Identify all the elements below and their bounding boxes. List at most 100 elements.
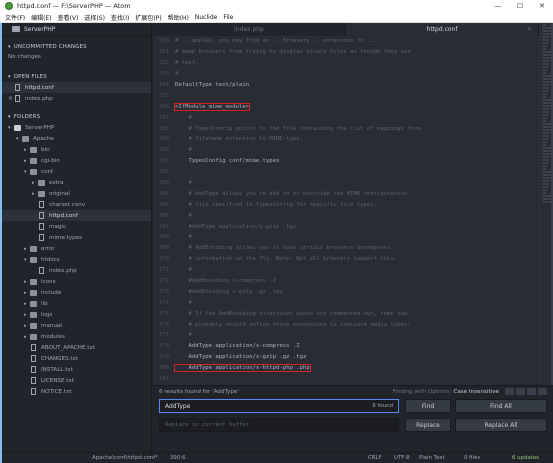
tab-httpd-conf[interactable]: httpd.conf × <box>346 23 539 36</box>
minimap-line <box>542 93 547 95</box>
open-file-index-php[interactable]: × index.php <box>2 93 151 104</box>
minimize-button[interactable]: — <box>487 0 509 12</box>
open-file-httpd-conf[interactable]: httpd.conf <box>2 82 151 93</box>
line-number: 353 <box>158 71 169 78</box>
line-number: 373 <box>158 288 169 295</box>
minimap-line <box>542 90 548 92</box>
minimap-line <box>542 63 549 65</box>
menu-view[interactable]: 查看(V) <box>58 13 79 22</box>
tree-item-label: Apache <box>33 135 54 142</box>
close-window-button[interactable]: ✕ <box>531 0 553 12</box>
close-icon[interactable]: × <box>8 95 14 102</box>
tree-item-lib[interactable]: ▸ lib <box>2 298 151 309</box>
tree-item-original[interactable]: ▸ original <box>2 188 151 199</box>
open-files-section-title[interactable]: ▾ OPEN FILES <box>2 72 151 82</box>
tree-item-install-txt[interactable]: INSTALL.txt <box>2 364 151 375</box>
tree-item-icons[interactable]: ▸ icons <box>2 276 151 287</box>
line-number: 363 <box>158 180 169 187</box>
code-line: 359 # filename extension to MIME-type. <box>153 134 539 145</box>
find-all-button[interactable]: Find All <box>455 399 547 413</box>
menu-packages[interactable]: 扩展包(P) <box>135 13 161 22</box>
cursor-position[interactable]: 390:6 <box>170 455 186 461</box>
case-sensitive-toggle[interactable] <box>516 388 525 395</box>
tree-item-charset-conv[interactable]: charset.conv <box>2 199 151 210</box>
tree-item-manual[interactable]: ▸ manual <box>2 320 151 331</box>
menu-file[interactable]: 文件(F) <box>5 13 25 22</box>
minimap-line <box>542 159 549 161</box>
find-panel: 6 results found for 'AddType' Finding wi… <box>153 385 553 452</box>
tree-item-mime-types[interactable]: mime.types <box>2 232 151 243</box>
menu-nuclide[interactable]: Nuclide <box>195 14 217 21</box>
menu-bar: 文件(F) 编辑(E) 查看(V) 选择(S) 查找(I) 扩展包(P) 帮助(… <box>0 12 553 23</box>
find-query-input[interactable]: AddType 6 found <box>159 399 399 413</box>
code-text: # <box>175 234 192 241</box>
whole-word-toggle[interactable] <box>538 388 547 395</box>
code-line: 361 TypesConfig conf/mime.types <box>153 156 539 167</box>
file-icon <box>31 355 36 362</box>
tree-item-extra[interactable]: ▸ extra <box>2 177 151 188</box>
menu-selection[interactable]: 选择(S) <box>84 13 105 22</box>
uncommitted-section-title[interactable]: ▾ UNCOMMITTED CHANGES <box>2 42 151 52</box>
replace-input[interactable]: Replace in current buffer <box>159 418 399 432</box>
updates-badge[interactable]: 6 updates <box>512 455 539 461</box>
tree-item-logs[interactable]: ▸ logs <box>2 309 151 320</box>
file-icon <box>15 95 20 102</box>
tree-item-about-apache-txt[interactable]: ABOUT_APACHE.txt <box>2 342 151 353</box>
tree-item-cgi-bin[interactable]: ▸ cgi-bin <box>2 155 151 166</box>
minimap-line <box>542 153 551 155</box>
replace-button[interactable]: Replace <box>405 418 451 432</box>
tree-item-httpd-conf[interactable]: httpd.conf <box>2 210 151 221</box>
tree-item-license-txt[interactable]: LICENSE.txt <box>2 375 151 386</box>
grammar[interactable]: Plain Text <box>419 455 445 461</box>
maximize-button[interactable]: ☐ <box>509 0 531 12</box>
tab-index-php[interactable]: index.php <box>153 23 346 36</box>
folders-section-title[interactable]: ▾ FOLDERS <box>2 112 151 122</box>
tree-item-magic[interactable]: magic <box>2 221 151 232</box>
menu-edit[interactable]: 编辑(E) <box>31 13 51 22</box>
line-number: 374 <box>158 299 169 306</box>
project-header[interactable]: ServerPHP <box>2 23 151 36</box>
tab-bar: index.php httpd.conf × <box>153 23 539 36</box>
line-ending[interactable]: CRLF <box>368 455 382 461</box>
menu-help[interactable]: 帮助(H) <box>168 13 189 22</box>
tree-item-label: htdocs <box>41 256 60 263</box>
replace-all-button[interactable]: Replace All <box>455 418 547 432</box>
menu-file-extra[interactable]: File <box>223 14 233 21</box>
line-number: 368 <box>158 234 169 241</box>
line-number: 377 <box>158 332 169 339</box>
code-text: # <box>175 114 192 121</box>
tree-item-bin[interactable]: ▸ bin <box>2 144 151 155</box>
window-title: httpd.conf — F:\ServerPHP — Atom <box>17 2 131 10</box>
tree-item-modules[interactable]: ▸ modules <box>2 331 151 342</box>
minimap-line <box>542 48 546 50</box>
tree-item-changes-txt[interactable]: CHANGES.txt <box>2 353 151 364</box>
menu-find[interactable]: 查找(I) <box>111 13 129 22</box>
code-text: # <box>175 180 192 187</box>
find-button[interactable]: Find <box>405 399 451 413</box>
tree-item-conf[interactable]: ▾ conf <box>2 166 151 177</box>
tree-item-htdocs[interactable]: ▾ htdocs <box>2 254 151 265</box>
tree-item-notice-txt[interactable]: NOTICE.txt <box>2 386 151 397</box>
minimap-line <box>542 165 547 167</box>
file-path[interactable]: Apache\conf\httpd.conf* <box>92 455 158 461</box>
tree-item-include[interactable]: ▸ include <box>2 287 151 298</box>
code-line: 365 # file specified in TypesConfig for … <box>153 199 539 210</box>
close-tab-icon[interactable]: × <box>527 26 532 33</box>
code-line: 367 #AddType application/x-gzip .tgz <box>153 221 539 232</box>
tree-item-apache[interactable]: ▾ Apache <box>2 133 151 144</box>
minimap-line <box>542 138 548 140</box>
code-line: 350 # ...amples, you may find an ...brows… <box>153 36 539 47</box>
tree-item-index-php[interactable]: index.php <box>2 265 151 276</box>
line-number: 367 <box>158 223 169 230</box>
file-encoding[interactable]: UTF-8 <box>394 455 410 461</box>
in-selection-toggle[interactable] <box>527 388 536 395</box>
sidebar: ServerPHP ▾ UNCOMMITTED CHANGES No chang… <box>2 23 152 452</box>
file-icon <box>39 234 44 241</box>
minimap-line <box>542 42 548 44</box>
tree-item-error[interactable]: ▸ error <box>2 243 151 254</box>
git-files[interactable]: 0 files <box>464 455 480 461</box>
regex-toggle[interactable] <box>505 388 514 395</box>
code-editor[interactable]: 350 # ...amples, you may find an ...brows… <box>153 36 539 385</box>
tree-item-serverphp[interactable]: ▾ ServerPHP <box>2 122 151 133</box>
code-line: 381 <box>153 374 539 385</box>
